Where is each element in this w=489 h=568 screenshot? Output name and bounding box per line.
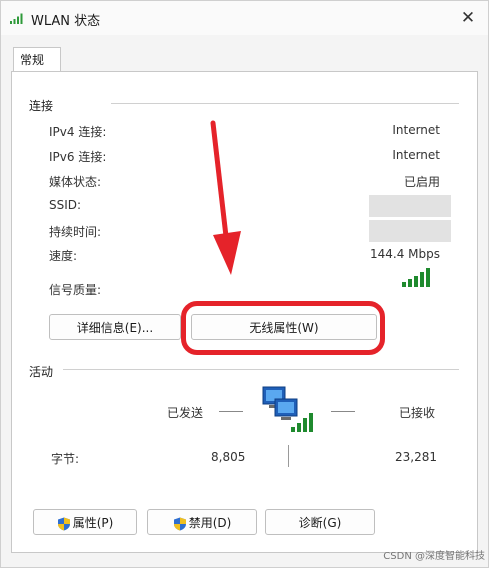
media-state-value: 已启用 [403, 175, 440, 189]
sent-label: 已发送 [167, 406, 204, 420]
media-state-label: 媒体状态: [49, 175, 102, 189]
connection-divider [111, 103, 459, 104]
uac-shield-icon [173, 517, 186, 530]
ssid-value-redacted [369, 195, 451, 217]
signal-strength-icon [402, 268, 430, 287]
connection-section-label: 连接 [29, 99, 54, 113]
network-computer-icon [262, 386, 313, 432]
received-label: 已接收 [399, 406, 436, 420]
properties-button[interactable]: 属性(P) [33, 509, 137, 535]
disable-button[interactable]: 禁用(D) [147, 509, 257, 535]
disable-button-label: 禁用(D) [188, 516, 232, 530]
ipv4-label: IPv4 连接: [49, 125, 107, 139]
sent-dash [219, 411, 243, 412]
red-arrow-icon [210, 120, 241, 275]
ipv4-value: Internet [392, 123, 440, 137]
close-button[interactable]: ✕ [456, 7, 480, 29]
signal-quality-label: 信号质量: [49, 283, 102, 297]
wifi-signal-icon [10, 13, 23, 24]
speed-label: 速度: [49, 249, 78, 263]
tab-general[interactable]: 常规 [13, 47, 61, 71]
close-icon: ✕ [460, 8, 476, 28]
duration-label: 持续时间: [49, 225, 102, 239]
activity-separator [288, 445, 289, 467]
watermark: CSDN @深度智能科技 [383, 551, 485, 562]
ipv6-label: IPv6 连接: [49, 150, 107, 164]
bytes-label: 字节: [51, 452, 80, 466]
title-bar: WLAN 状态 ✕ [1, 1, 488, 35]
diagnose-button[interactable]: 诊断(G) [265, 509, 375, 535]
speed-value: 144.4 Mbps [369, 247, 440, 261]
activity-section-label: 活动 [29, 365, 54, 379]
window-title: WLAN 状态 [31, 14, 101, 29]
bytes-received-value: 23,281 [395, 450, 437, 464]
properties-button-label: 属性(P) [72, 516, 114, 530]
received-dash [331, 411, 355, 412]
wlan-status-dialog: WLAN 状态 ✕ 常规 连接 IPv4 连接: Internet IPv6 连… [0, 0, 489, 568]
bytes-sent-value: 8,805 [211, 450, 246, 464]
activity-divider [63, 369, 459, 370]
details-button[interactable]: 详细信息(E)... [49, 314, 181, 340]
ssid-label: SSID: [49, 198, 82, 212]
highlight-ring [181, 301, 385, 355]
uac-shield-icon [57, 517, 70, 530]
duration-value-redacted [369, 220, 451, 242]
ipv6-value: Internet [392, 148, 440, 162]
